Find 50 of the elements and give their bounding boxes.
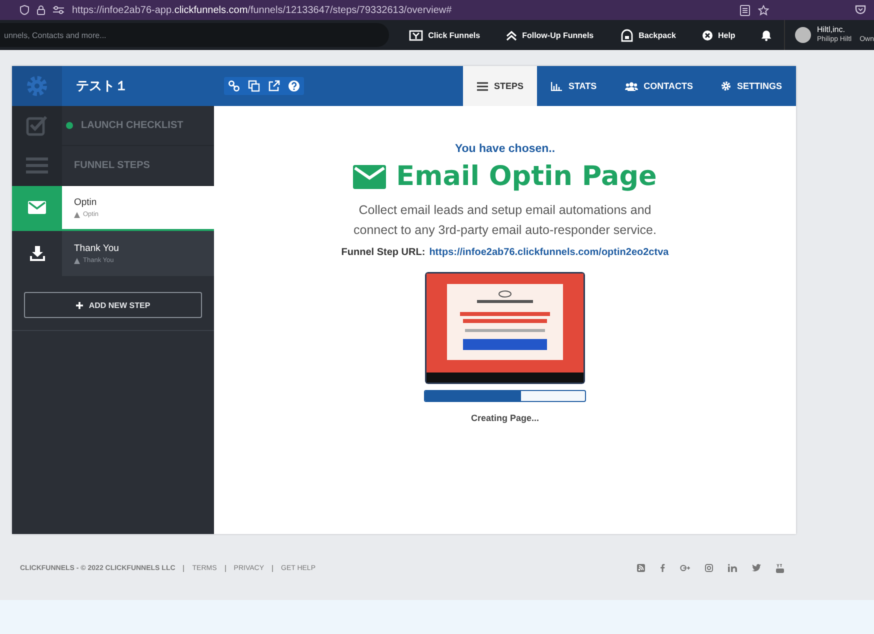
- backpack-icon: [620, 28, 634, 42]
- nav-link[interactable]: Help: [702, 30, 736, 40]
- tab[interactable]: SETTINGS: [706, 66, 796, 106]
- funnel-title: テスト１: [75, 78, 129, 96]
- google-plus-icon[interactable]: [680, 564, 690, 572]
- nav-link[interactable]: Backpack: [620, 28, 676, 42]
- search-field[interactable]: unnels, Contacts and more...: [0, 23, 390, 47]
- step-url-link[interactable]: https://infoe2ab76.clickfunnels.com/optin2eo2ctva: [429, 247, 669, 258]
- rss-icon[interactable]: [637, 564, 645, 572]
- sliders-icon: [53, 6, 64, 14]
- url-label: Funnel Step URL:: [341, 247, 426, 258]
- copy-icon[interactable]: [248, 80, 260, 92]
- status-dot: [66, 122, 73, 129]
- menu-icon: [476, 82, 488, 90]
- tab[interactable]: CONTACTS: [610, 66, 707, 106]
- warning-icon: [74, 258, 80, 264]
- facebook-icon[interactable]: [660, 564, 665, 572]
- lock-icon: [37, 5, 45, 15]
- external-link-icon[interactable]: [268, 80, 280, 92]
- nav-link[interactable]: Follow-Up Funnels: [506, 30, 594, 40]
- youtube-icon[interactable]: [776, 564, 784, 572]
- progress-status: Creating Page...: [470, 413, 540, 423]
- tab[interactable]: STATS: [537, 66, 611, 106]
- link-icon[interactable]: [228, 80, 240, 92]
- people-icon: [624, 82, 638, 90]
- warning-icon: [74, 212, 80, 218]
- reader-icon[interactable]: [740, 4, 750, 16]
- envelope-icon: [353, 164, 386, 188]
- settings-icon: [720, 81, 731, 91]
- tab[interactable]: STEPS: [462, 66, 538, 106]
- download-icon: [28, 245, 46, 262]
- bell-icon[interactable]: [761, 28, 772, 42]
- avatar[interactable]: [794, 27, 811, 43]
- nav-link[interactable]: Click Funnels: [409, 30, 480, 40]
- company-name: Hiltl,inc.: [816, 25, 846, 35]
- double-chevron-icon: [506, 30, 518, 40]
- shield-icon: [20, 5, 29, 15]
- instagram-icon[interactable]: [705, 564, 713, 572]
- envelope-icon: [28, 201, 46, 214]
- add-step-button[interactable]: ADD NEW STEP: [24, 292, 202, 318]
- bar-chart-icon: [551, 82, 562, 90]
- pocket-icon[interactable]: [855, 5, 866, 15]
- eyebrow-text: You have chosen..: [454, 143, 556, 155]
- twitter-icon[interactable]: [752, 564, 761, 572]
- plus-icon: [76, 302, 83, 308]
- linkedin-icon[interactable]: [728, 564, 737, 572]
- star-icon[interactable]: [758, 4, 769, 16]
- page-type-heading: Email Optin Page: [396, 161, 657, 192]
- description-text: Collect email leads and setup email automations and connect to any 3rd-party email auto-responder service.: [352, 202, 658, 239]
- checkbox-icon[interactable]: [26, 116, 48, 136]
